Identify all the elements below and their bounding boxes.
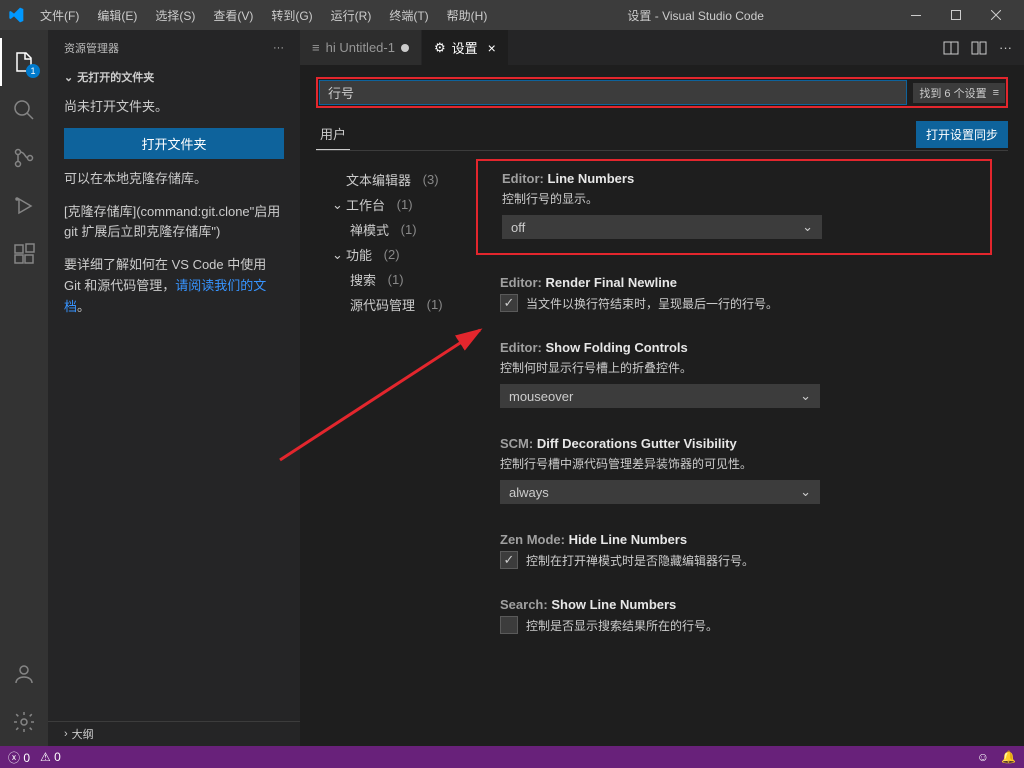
- setting-editor-render-final-newline: Editor: Render Final Newline ✓ 当文件以换行符结束…: [476, 275, 992, 312]
- menu-selection[interactable]: 选择(S): [147, 3, 203, 28]
- settings-search-highlight: 找到 6 个设置 ≡: [316, 77, 1008, 108]
- status-errors[interactable]: ⓧ 0: [8, 749, 30, 766]
- menu-terminal[interactable]: 终端(T): [381, 3, 436, 28]
- setting-search-show-line-numbers: Search: Show Line Numbers 控制是否显示搜索结果所在的行…: [476, 597, 992, 634]
- activity-debug[interactable]: [0, 182, 48, 230]
- settings-list[interactable]: Editor: Line Numbers 控制行号的显示。 off⌄ Edito…: [476, 159, 1008, 746]
- open-folder-button[interactable]: 打开文件夹: [64, 128, 284, 159]
- explorer-badge: 1: [26, 64, 40, 78]
- menu-edit[interactable]: 编辑(E): [89, 3, 145, 28]
- activity-extensions[interactable]: [0, 230, 48, 278]
- activity-scm[interactable]: [0, 134, 48, 182]
- menu-run[interactable]: 运行(R): [323, 3, 380, 28]
- minimize-button[interactable]: [896, 0, 936, 30]
- tab-settings[interactable]: ⚙ 设置 ×: [422, 30, 509, 65]
- toc-search[interactable]: 搜索 (1): [332, 267, 472, 292]
- chevron-down-icon: ⌄: [64, 71, 73, 84]
- setting-select-line-numbers[interactable]: off⌄: [502, 215, 822, 239]
- settings-toc: 文本编辑器 (3) ⌄工作台 (1) 禅模式 (1) ⌄功能 (2) 搜索 (1…: [316, 159, 476, 746]
- setting-scm-diff-gutter: SCM: Diff Decorations Gutter Visibility …: [476, 436, 992, 504]
- clear-search-icon[interactable]: ≡: [993, 87, 999, 99]
- open-settings-sync-button[interactable]: 打开设置同步: [916, 121, 1008, 148]
- setting-zen-hide-line-numbers: Zen Mode: Hide Line Numbers ✓ 控制在打开禅模式时是…: [476, 532, 992, 569]
- file-icon: ≡: [312, 40, 320, 55]
- activitybar: 1: [0, 30, 48, 746]
- settings-page: 找到 6 个设置 ≡ 用户 打开设置同步 文本编辑器 (3) ⌄工作台 (1) …: [300, 65, 1024, 746]
- sidebar: 资源管理器 ··· ⌄ 无打开的文件夹 尚未打开文件夹。 打开文件夹 可以在本地…: [48, 30, 300, 746]
- dirty-indicator-icon: [401, 44, 409, 52]
- sidebar-text-clone-cmd: [克隆存储库](command:git.clone"启用 git 扩展后立即克隆…: [64, 202, 284, 244]
- activity-explorer[interactable]: 1: [0, 38, 48, 86]
- sidebar-outline[interactable]: › 大纲: [48, 721, 300, 746]
- chevron-down-icon: ⌄: [802, 219, 813, 235]
- tab-label: hi Untitled-1: [326, 40, 395, 55]
- sidebar-more-icon[interactable]: ···: [273, 42, 284, 54]
- sidebar-text-docs: 要详细了解如何在 VS Code 中使用 Git 和源代码管理，请阅读我们的文档…: [64, 255, 284, 317]
- split-editor-icon[interactable]: [971, 40, 987, 56]
- activity-account[interactable]: [0, 650, 48, 698]
- toc-text-editor[interactable]: 文本编辑器 (3): [332, 167, 472, 192]
- close-tab-icon[interactable]: ×: [488, 40, 496, 56]
- open-to-side-icon[interactable]: [943, 40, 959, 56]
- sidebar-text-clone: 可以在本地克隆存储库。: [64, 169, 284, 190]
- settings-search-input[interactable]: [319, 80, 907, 105]
- setting-description: 控制何时显示行号槽上的折叠控件。: [500, 359, 992, 376]
- titlebar: 文件(F) 编辑(E) 选择(S) 查看(V) 转到(G) 运行(R) 终端(T…: [0, 0, 1024, 30]
- sidebar-text-no-folder: 尚未打开文件夹。: [64, 97, 284, 118]
- settings-search-status: 找到 6 个设置 ≡: [913, 83, 1005, 103]
- toc-zen[interactable]: 禅模式 (1): [332, 217, 472, 242]
- menu-file[interactable]: 文件(F): [32, 3, 87, 28]
- activity-settings[interactable]: [0, 698, 48, 746]
- setting-description: 控制行号的显示。: [502, 190, 974, 207]
- editor-area: ≡ hi Untitled-1 ⚙ 设置 × ··· 找到 6 个设置 ≡: [300, 30, 1024, 746]
- more-actions-icon[interactable]: ···: [999, 40, 1012, 55]
- menu-go[interactable]: 转到(G): [263, 3, 320, 28]
- status-warnings[interactable]: ⚠ 0: [40, 750, 61, 764]
- window-title: 设置 - Visual Studio Code: [495, 7, 896, 24]
- checkbox-zen-hide[interactable]: ✓: [500, 551, 518, 569]
- toc-scm[interactable]: 源代码管理 (1): [332, 292, 472, 317]
- chevron-right-icon: ›: [64, 728, 68, 740]
- tab-label: 设置: [452, 38, 478, 57]
- status-feedback-icon[interactable]: ☺: [977, 750, 989, 764]
- setting-description: 控制在打开禅模式时是否隐藏编辑器行号。: [526, 552, 754, 569]
- menubar: 文件(F) 编辑(E) 选择(S) 查看(V) 转到(G) 运行(R) 终端(T…: [32, 3, 495, 28]
- settings-scope-user[interactable]: 用户: [316, 118, 350, 150]
- setting-select-folding[interactable]: mouseover⌄: [500, 384, 820, 408]
- editor-tabs: ≡ hi Untitled-1 ⚙ 设置 × ···: [300, 30, 1024, 65]
- setting-description: 当文件以换行符结束时，呈现最后一行的行号。: [526, 295, 778, 312]
- checkbox-render-final-newline[interactable]: ✓: [500, 294, 518, 312]
- setting-description: 控制是否显示搜索结果所在的行号。: [526, 617, 718, 634]
- toc-features[interactable]: ⌄功能 (2): [332, 242, 472, 267]
- statusbar: ⓧ 0 ⚠ 0 ☺ 🔔: [0, 746, 1024, 768]
- menu-help[interactable]: 帮助(H): [439, 3, 496, 28]
- toc-workbench[interactable]: ⌄工作台 (1): [332, 192, 472, 217]
- sidebar-title: 资源管理器: [64, 40, 119, 56]
- setting-select-scm-gutter[interactable]: always⌄: [500, 480, 820, 504]
- setting-description: 控制行号槽中源代码管理差异装饰器的可见性。: [500, 455, 992, 472]
- setting-editor-line-numbers: Editor: Line Numbers 控制行号的显示。 off⌄: [476, 159, 992, 255]
- chevron-down-icon: ⌄: [800, 484, 811, 500]
- sidebar-section-no-folder[interactable]: ⌄ 无打开的文件夹: [48, 65, 300, 89]
- checkbox-search-show[interactable]: [500, 616, 518, 634]
- setting-editor-show-folding-controls: Editor: Show Folding Controls 控制何时显示行号槽上…: [476, 340, 992, 408]
- status-bell-icon[interactable]: 🔔: [1001, 750, 1016, 764]
- menu-view[interactable]: 查看(V): [205, 3, 261, 28]
- settings-icon: ⚙: [434, 40, 446, 56]
- activity-search[interactable]: [0, 86, 48, 134]
- maximize-button[interactable]: [936, 0, 976, 30]
- chevron-down-icon: ⌄: [800, 388, 811, 404]
- vscode-logo-icon: [8, 7, 24, 23]
- tab-untitled[interactable]: ≡ hi Untitled-1: [300, 30, 422, 65]
- close-button[interactable]: [976, 0, 1016, 30]
